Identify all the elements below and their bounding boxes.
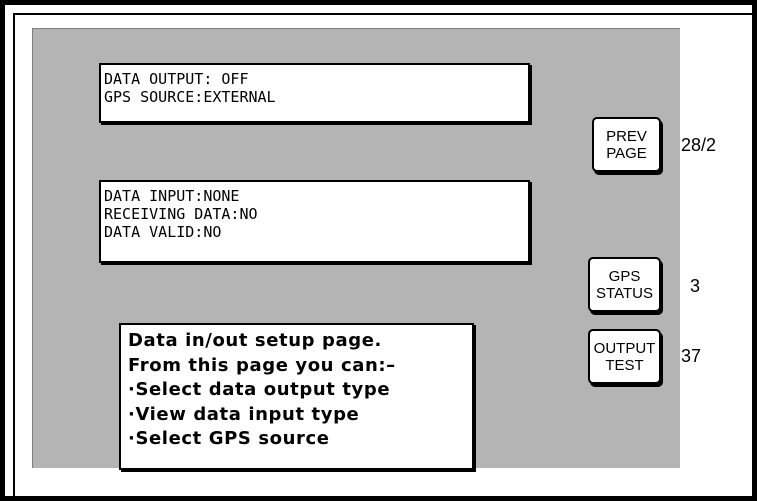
prev-page-label-line2: PAGE bbox=[606, 144, 647, 162]
data-valid-status: DATA VALID:NO bbox=[104, 223, 222, 241]
prev-page-label-line1: PREV bbox=[606, 127, 647, 145]
output-test-ref: 37 bbox=[681, 346, 702, 366]
data-input-status: DATA INPUT:NONE bbox=[104, 187, 240, 205]
help-panel: Data in/out setup page. From this page y… bbox=[119, 323, 474, 470]
data-input-panel: DATA INPUT:NONE RECEIVING DATA:NO DATA V… bbox=[99, 180, 530, 263]
gps-status-button[interactable]: GPS STATUS bbox=[588, 257, 661, 312]
help-line: ·Select GPS source bbox=[128, 428, 330, 449]
receiving-data-status: RECEIVING DATA:NO bbox=[104, 205, 258, 223]
gps-status-label-line1: GPS bbox=[608, 267, 641, 285]
gps-status-ref: 3 bbox=[690, 276, 701, 296]
data-output-panel: DATA OUTPUT: OFF GPS SOURCE:EXTERNAL bbox=[99, 63, 530, 123]
gps-status-label-line2: STATUS bbox=[596, 284, 653, 302]
output-test-label-line2: TEST bbox=[605, 356, 644, 374]
output-test-button[interactable]: OUTPUT TEST bbox=[588, 329, 661, 384]
help-line: From this page you can:– bbox=[128, 354, 396, 376]
gps-source-status: GPS SOURCE:EXTERNAL bbox=[104, 88, 276, 106]
help-line: ·View data input type bbox=[128, 403, 360, 425]
data-output-status: DATA OUTPUT: OFF bbox=[104, 70, 249, 88]
output-test-label-line1: OUTPUT bbox=[593, 339, 656, 357]
help-line: Data in/out setup page. bbox=[128, 330, 382, 351]
prev-page-button[interactable]: PREV PAGE bbox=[592, 117, 661, 172]
prev-page-ref: 28/2 bbox=[681, 135, 717, 155]
help-line: ·Select data output type bbox=[128, 379, 391, 400]
